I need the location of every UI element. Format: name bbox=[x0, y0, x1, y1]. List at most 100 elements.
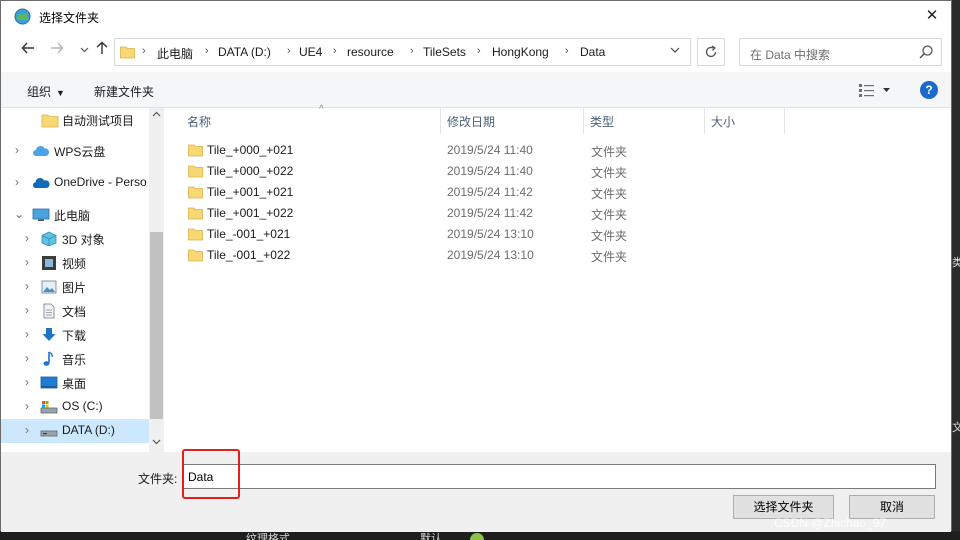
navigation-pane: 自动测试项目 › WPS云盘 › OneDrive - Perso ⌄ 此电脑 … bbox=[1, 108, 164, 452]
back-button[interactable] bbox=[18, 41, 38, 61]
sidebar-item-label: 3D 对象 bbox=[62, 233, 105, 247]
watermark-text: CSDN @Zhichao_97 bbox=[774, 516, 887, 530]
column-header-type[interactable]: 类型 bbox=[582, 108, 705, 134]
chevron-right-icon[interactable]: › bbox=[25, 351, 29, 365]
scroll-down-button[interactable] bbox=[149, 435, 164, 452]
chevron-right-icon[interactable]: › bbox=[15, 143, 19, 157]
breadcrumb-data[interactable]: Data bbox=[580, 45, 605, 59]
table-row[interactable]: Tile_-001_+021 2019/5/24 13:10 文件夹 bbox=[184, 224, 834, 245]
table-row[interactable]: Tile_+001_+021 2019/5/24 11:42 文件夹 bbox=[184, 182, 834, 203]
sidebar-item-this-pc[interactable]: ⌄ 此电脑 bbox=[1, 203, 149, 227]
file-date: 2019/5/24 11:40 bbox=[447, 143, 533, 157]
navigation-bar: › 此电脑 › DATA (D:) › UE4 › resource › Til… bbox=[1, 32, 951, 72]
organize-menu[interactable]: 组织 ▼ bbox=[27, 83, 65, 100]
up-button[interactable] bbox=[92, 41, 112, 61]
download-icon bbox=[42, 328, 56, 341]
folder-label: 文件夹: bbox=[138, 472, 178, 486]
folder-icon bbox=[188, 144, 203, 157]
chevron-right-icon[interactable]: › bbox=[15, 175, 19, 189]
sidebar-item-data-d[interactable]: › DATA (D:) bbox=[1, 419, 149, 443]
chevron-right-icon[interactable]: › bbox=[25, 327, 29, 341]
table-row[interactable]: Tile_+000_+022 2019/5/24 11:40 文件夹 bbox=[184, 161, 834, 182]
sidebar-item-wps-cloud[interactable]: › WPS云盘 bbox=[1, 139, 149, 163]
chevron-right-icon[interactable]: › bbox=[25, 375, 29, 389]
sidebar-item-downloads[interactable]: › 下载 bbox=[1, 323, 149, 347]
view-options-icon[interactable] bbox=[858, 81, 892, 99]
column-header-label: 修改日期 bbox=[447, 115, 496, 129]
sidebar-item-label: DATA (D:) bbox=[62, 423, 115, 437]
breadcrumb-separator: › bbox=[565, 45, 569, 57]
address-bar[interactable]: › 此电脑 › DATA (D:) › UE4 › resource › Til… bbox=[114, 38, 691, 66]
picture-icon bbox=[41, 280, 57, 294]
help-icon[interactable]: ? bbox=[920, 81, 938, 99]
file-name: Tile_+000_+022 bbox=[207, 164, 294, 178]
sidebar-item-documents[interactable]: › 文档 bbox=[1, 299, 149, 323]
sort-up-icon: ^ bbox=[319, 104, 324, 115]
close-icon: ✕ bbox=[925, 7, 939, 24]
new-folder-button[interactable]: 新建文件夹 bbox=[94, 83, 154, 100]
breadcrumb-data-drive[interactable]: DATA (D:) bbox=[218, 45, 271, 59]
chevron-down-icon[interactable]: ⌄ bbox=[14, 207, 24, 221]
breadcrumb-separator: › bbox=[205, 45, 209, 57]
column-header-date[interactable]: 修改日期 bbox=[439, 108, 584, 134]
file-type: 文件夹 bbox=[591, 145, 628, 159]
chevron-right-icon[interactable]: › bbox=[25, 279, 29, 293]
background-text-default: 默认 bbox=[420, 533, 442, 540]
search-box[interactable]: 在 Data 中搜索 bbox=[739, 38, 942, 66]
chevron-right-icon[interactable]: › bbox=[25, 423, 29, 437]
nav-pane-scrollbar[interactable] bbox=[149, 108, 164, 452]
chevron-down-icon bbox=[152, 439, 161, 445]
os-drive-icon bbox=[40, 401, 58, 414]
folder-icon bbox=[188, 228, 203, 241]
search-icon bbox=[919, 45, 933, 59]
address-dropdown[interactable] bbox=[670, 45, 680, 58]
breadcrumb-hongkong[interactable]: HongKong bbox=[492, 45, 549, 59]
refresh-button[interactable] bbox=[697, 38, 725, 66]
breadcrumb-tilesets[interactable]: TileSets bbox=[423, 45, 466, 59]
sidebar-item-music[interactable]: › 音乐 bbox=[1, 347, 149, 371]
breadcrumb-separator: › bbox=[333, 45, 337, 57]
file-name: Tile_+001_+021 bbox=[207, 185, 294, 199]
folder-name-input[interactable] bbox=[183, 464, 936, 489]
background-edge-text: 文 bbox=[952, 422, 960, 433]
table-row[interactable]: Tile_+000_+021 2019/5/24 11:40 文件夹 bbox=[184, 140, 834, 161]
select-folder-dialog: 选择文件夹 ✕ › 此电脑 › DATA (D:) › UE4 › resour… bbox=[0, 0, 952, 532]
sidebar-item-auto-test[interactable]: 自动测试项目 bbox=[1, 108, 149, 132]
sidebar-item-3d-objects[interactable]: › 3D 对象 bbox=[1, 227, 149, 251]
chevron-right-icon[interactable]: › bbox=[25, 231, 29, 245]
scroll-up-button[interactable] bbox=[149, 108, 164, 125]
forward-button[interactable] bbox=[47, 41, 67, 61]
sidebar-item-onedrive[interactable]: › OneDrive - Perso bbox=[1, 171, 149, 195]
computer-icon bbox=[32, 208, 50, 221]
scroll-thumb[interactable] bbox=[150, 232, 163, 419]
chevron-right-icon[interactable]: › bbox=[25, 255, 29, 269]
breadcrumb-resource[interactable]: resource bbox=[347, 45, 394, 59]
arrow-right-icon bbox=[51, 42, 64, 54]
organize-label: 组织 bbox=[27, 85, 52, 99]
sidebar-item-label: 桌面 bbox=[62, 377, 87, 391]
sidebar-item-videos[interactable]: › 视频 bbox=[1, 251, 149, 275]
file-name: Tile_-001_+022 bbox=[207, 248, 291, 262]
file-type: 文件夹 bbox=[591, 166, 628, 180]
sidebar-item-os-c[interactable]: › OS (C:) bbox=[1, 395, 149, 419]
table-row[interactable]: Tile_+001_+022 2019/5/24 11:42 文件夹 bbox=[184, 203, 834, 224]
table-row[interactable]: Tile_-001_+022 2019/5/24 13:10 文件夹 bbox=[184, 245, 834, 266]
breadcrumb-ue4[interactable]: UE4 bbox=[299, 45, 322, 59]
breadcrumb-this-pc[interactable]: 此电脑 bbox=[157, 45, 193, 62]
window-title: 选择文件夹 bbox=[39, 11, 100, 25]
recent-dropdown[interactable] bbox=[74, 41, 94, 61]
file-date: 2019/5/24 11:40 bbox=[447, 164, 533, 178]
sidebar-item-pictures[interactable]: › 图片 bbox=[1, 275, 149, 299]
chevron-right-icon[interactable]: › bbox=[25, 303, 29, 317]
folder-icon bbox=[41, 114, 59, 128]
desktop-icon bbox=[40, 376, 58, 389]
file-date: 2019/5/24 11:42 bbox=[447, 206, 533, 220]
chevron-right-icon[interactable]: › bbox=[25, 399, 29, 413]
close-button[interactable]: ✕ bbox=[919, 4, 945, 28]
search-input[interactable]: 在 Data 中搜索 bbox=[750, 46, 830, 63]
column-header-name[interactable]: ^ 名称 bbox=[179, 104, 441, 134]
column-header-size[interactable]: 大小 bbox=[703, 108, 785, 134]
cloud-icon bbox=[33, 146, 50, 156]
column-header-label: 名称 bbox=[187, 115, 212, 129]
sidebar-item-desktop[interactable]: › 桌面 bbox=[1, 371, 149, 395]
